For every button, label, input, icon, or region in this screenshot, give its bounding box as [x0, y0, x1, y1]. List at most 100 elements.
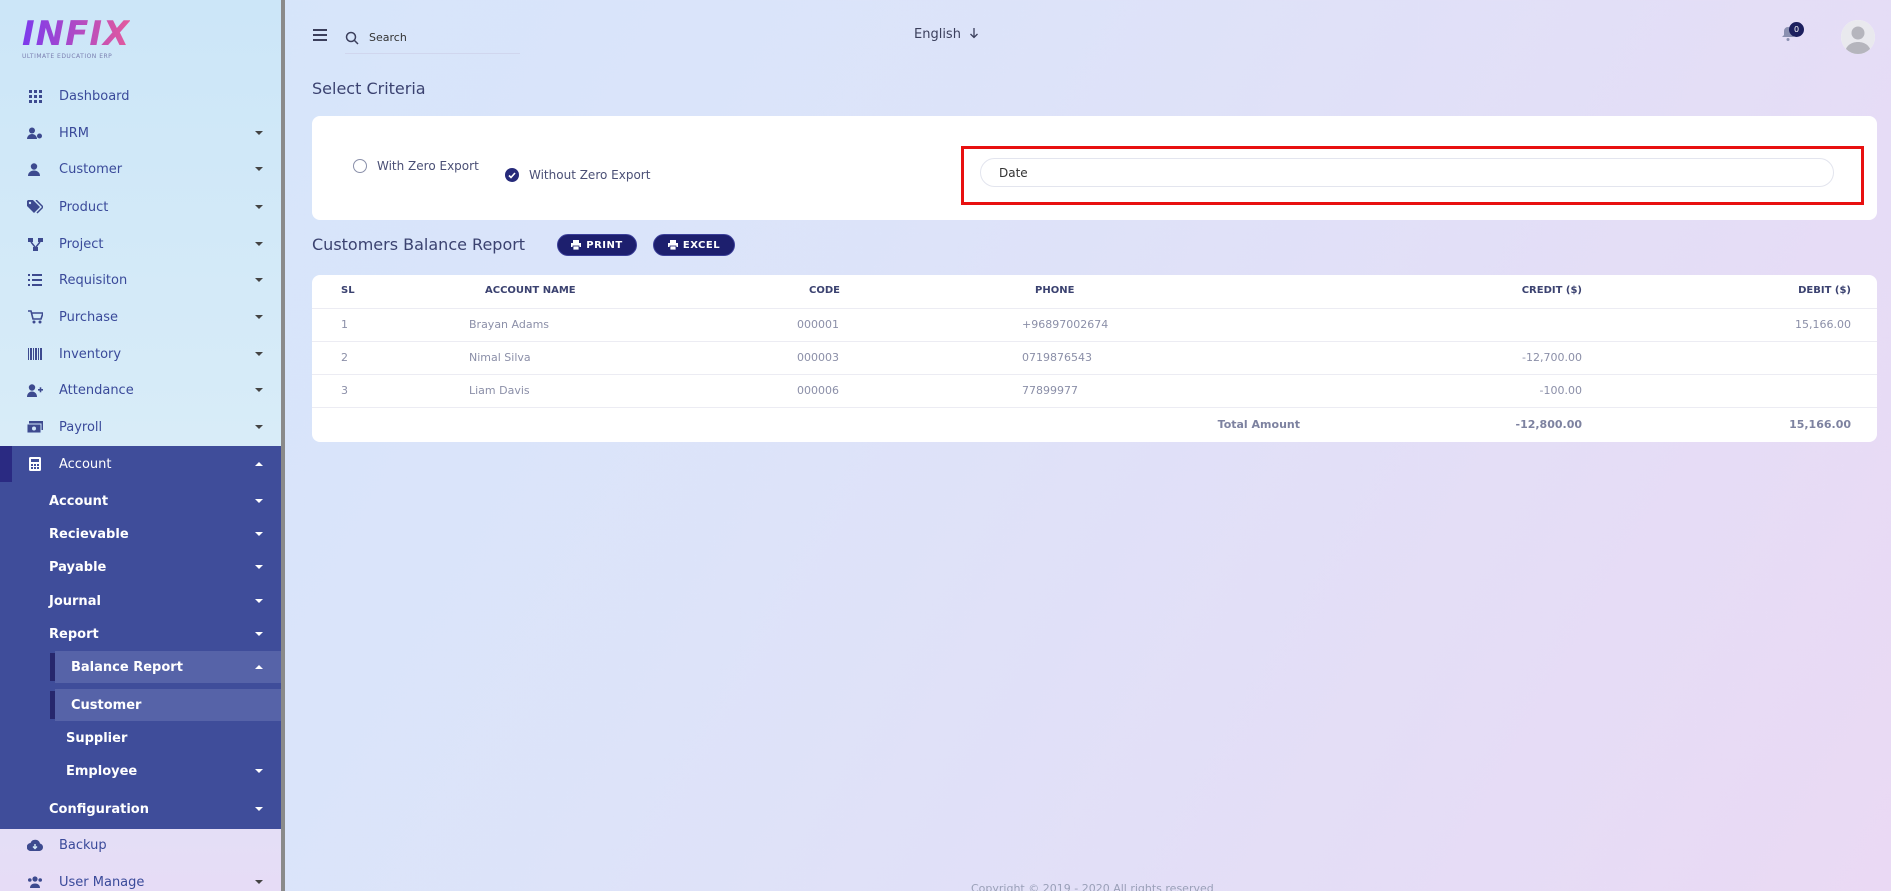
submenu-report[interactable]: Report: [0, 618, 281, 650]
submenu-configuration[interactable]: Configuration: [0, 793, 281, 825]
divider: [312, 407, 1877, 408]
submenu-label: Payable: [49, 559, 107, 575]
sidebar-item-inventory[interactable]: Inventory: [0, 336, 281, 372]
logo-text: INFIX: [22, 14, 131, 54]
sidebar-item-label: Backup: [59, 837, 107, 853]
submenu-label: Journal: [49, 593, 101, 609]
active-indicator: [50, 653, 55, 681]
report-title: Customers Balance Report: [312, 235, 526, 254]
user-plus-icon: [27, 382, 43, 398]
chevron-down-icon: [255, 880, 263, 884]
total-debit: 15,166.00: [1789, 418, 1851, 431]
tags-icon: [27, 199, 43, 215]
language-label: English: [914, 27, 961, 42]
search-input[interactable]: [369, 31, 499, 44]
active-indicator: [50, 691, 55, 719]
excel-label: EXCEL: [682, 239, 721, 251]
chevron-down-icon: [255, 242, 263, 246]
chevron-down-icon: [255, 352, 263, 356]
sidebar: INFIX ULTIMATE EDUCATION ERP Dashboard H…: [0, 0, 281, 891]
sidebar-item-project[interactable]: Project: [0, 226, 281, 262]
submenu-label: Configuration: [49, 801, 149, 817]
excel-button[interactable]: EXCEL: [653, 234, 735, 256]
top-header: English 0: [285, 0, 1891, 70]
cell-code: 000003: [797, 351, 839, 364]
cell-code: 000001: [797, 318, 839, 331]
print-button[interactable]: PRINT: [557, 234, 637, 256]
language-selector[interactable]: English: [914, 27, 979, 42]
cell-account-name: Brayan Adams: [469, 318, 550, 331]
date-input[interactable]: [980, 158, 1834, 187]
user-avatar[interactable]: [1841, 20, 1875, 54]
sidebar-item-attendance[interactable]: Attendance: [0, 372, 281, 408]
chevron-down-icon: [255, 388, 263, 392]
sidebar-item-product[interactable]: Product: [0, 189, 281, 225]
calculator-icon: [27, 456, 43, 472]
divider: [312, 341, 1877, 342]
total-label: Total Amount: [1217, 418, 1300, 431]
submenu-label: Customer: [71, 697, 142, 713]
cell-account-name: Liam Davis: [469, 384, 530, 397]
sidebar-item-label: Project: [59, 236, 104, 252]
sidebar-item-label: HRM: [59, 125, 90, 141]
print-icon: [667, 240, 678, 250]
chevron-down-icon: [255, 205, 263, 209]
sidebar-item-payroll[interactable]: Payroll: [0, 409, 281, 445]
submenu-employee[interactable]: Employee: [0, 755, 281, 787]
radio-with-zero-export[interactable]: With Zero Export: [353, 159, 479, 173]
chevron-down-icon: [255, 769, 263, 773]
sidebar-item-label: Dashboard: [59, 88, 130, 104]
sidebar-scrollbar[interactable]: [281, 0, 285, 891]
radio-label: Without Zero Export: [529, 168, 651, 182]
sidebar-item-requisiton[interactable]: Requisiton: [0, 262, 281, 298]
sidebar-item-label: Attendance: [59, 382, 134, 398]
sidebar-item-dashboard[interactable]: Dashboard: [0, 78, 281, 114]
logo[interactable]: INFIX ULTIMATE EDUCATION ERP: [22, 16, 130, 60]
submenu-label: Balance Report: [71, 659, 183, 675]
sidebar-item-backup[interactable]: Backup: [0, 827, 281, 863]
menu-toggle-icon[interactable]: [313, 29, 327, 41]
chevron-down-icon: [255, 807, 263, 811]
submenu-balance-report[interactable]: Balance Report: [55, 651, 281, 683]
cell-phone: 0719876543: [1022, 351, 1092, 364]
users-cog-icon: [27, 125, 43, 141]
checkmark-icon: [505, 168, 519, 182]
submenu-journal[interactable]: Journal: [0, 585, 281, 617]
radio-without-zero-export[interactable]: Without Zero Export: [505, 168, 650, 182]
print-label: PRINT: [586, 239, 623, 251]
chevron-down-icon: [255, 167, 263, 171]
sidebar-item-label: Inventory: [59, 346, 122, 362]
cell-sl: 3: [341, 384, 348, 397]
sidebar-item-label: Requisiton: [59, 272, 128, 288]
submenu-label: Recievable: [49, 526, 129, 542]
submenu-recievable[interactable]: Recievable: [0, 518, 281, 550]
sidebar-item-user-manage[interactable]: User Manage: [0, 864, 281, 891]
column-header-sl: SL: [341, 285, 355, 296]
submenu-customer[interactable]: Customer: [55, 689, 281, 721]
list-icon: [27, 272, 43, 288]
balance-table: [312, 275, 1877, 442]
sidebar-item-hrm[interactable]: HRM: [0, 115, 281, 151]
search-icon: [345, 31, 359, 45]
submenu-payable[interactable]: Payable: [0, 551, 281, 583]
chevron-down-icon: [255, 131, 263, 135]
cell-account-name: Nimal Silva: [469, 351, 531, 364]
divider: [312, 308, 1877, 309]
cloud-download-icon: [27, 837, 43, 853]
sidebar-item-customer[interactable]: Customer: [0, 151, 281, 187]
grid-icon: [27, 88, 43, 104]
sidebar-item-purchase[interactable]: Purchase: [0, 299, 281, 335]
column-header-credit: CREDIT ($): [1521, 285, 1582, 296]
barcode-icon: [27, 346, 43, 362]
cell-sl: 2: [341, 351, 348, 364]
chevron-up-icon: [255, 665, 263, 669]
money-bill-icon: [27, 419, 43, 435]
cell-phone: +96897002674: [1022, 318, 1109, 331]
sidebar-item-account[interactable]: Account: [0, 446, 281, 482]
project-diagram-icon: [27, 236, 43, 252]
radio-circle: [353, 159, 367, 173]
submenu-account[interactable]: Account: [0, 485, 281, 517]
chevron-down-icon: [255, 499, 263, 503]
submenu-supplier[interactable]: Supplier: [0, 722, 281, 754]
sidebar-item-label: Purchase: [59, 309, 119, 325]
